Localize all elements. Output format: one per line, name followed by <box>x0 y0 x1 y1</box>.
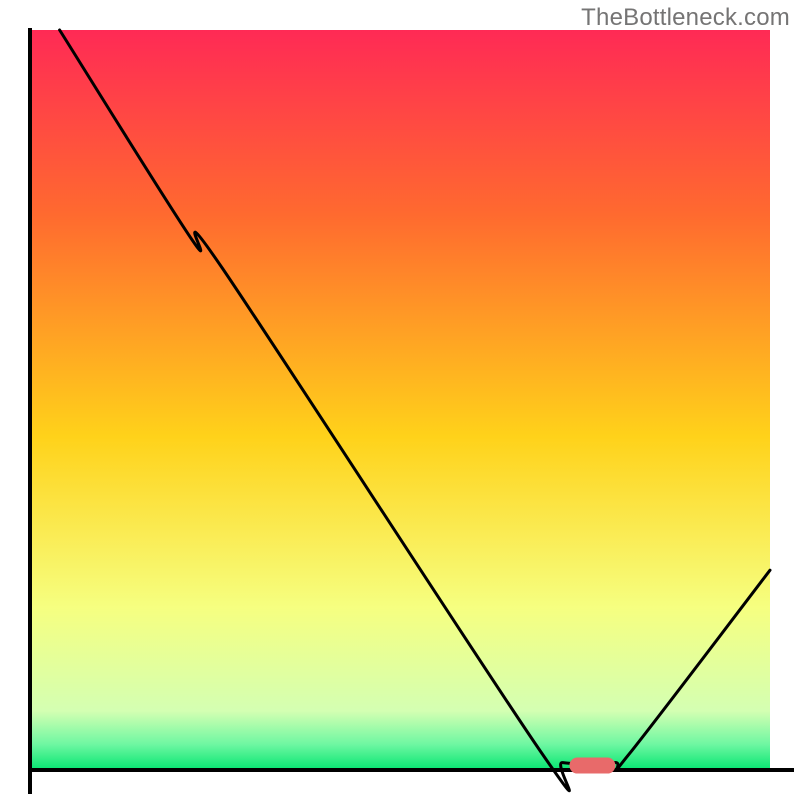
chart-background <box>30 30 770 770</box>
chart-svg <box>0 0 800 800</box>
bottleneck-chart: TheBottleneck.com <box>0 0 800 800</box>
optimal-marker <box>569 758 615 774</box>
